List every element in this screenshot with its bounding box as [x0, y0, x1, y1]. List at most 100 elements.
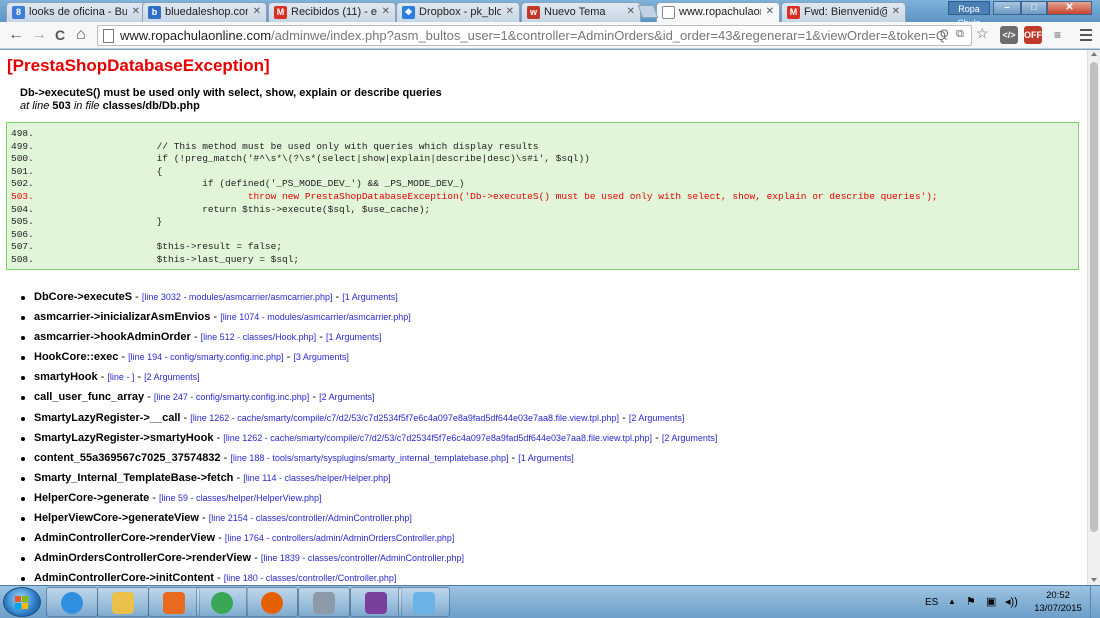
trace-arguments-link[interactable]: [3 Arguments]: [293, 352, 349, 362]
trace-location-link[interactable]: [line 1839 - classes/controller/AdminCon…: [261, 553, 464, 563]
trace-location-link[interactable]: [line 512 - classes/Hook.php]: [201, 332, 317, 342]
tab-5[interactable]: www.ropachulaonlin ✕: [656, 2, 780, 23]
vertical-scrollbar[interactable]: [1087, 50, 1100, 585]
trace-item: AdminOrdersControllerCore->renderView - …: [20, 552, 1080, 572]
line-number: 499.: [11, 140, 34, 152]
tab-close-icon[interactable]: ✕: [382, 6, 390, 17]
tab-close-icon[interactable]: ✕: [627, 6, 635, 17]
trace-function: DbCore->executeS: [34, 291, 133, 303]
tab-1[interactable]: b bluedaleshop.com S ✕: [142, 2, 267, 22]
tab-label: Nuevo Tema: [544, 6, 606, 18]
adblock-extension-icon[interactable]: OFF: [1024, 26, 1042, 44]
trace-location-link[interactable]: [line 194 - config/smarty.config.inc.php…: [128, 352, 283, 362]
tab-6[interactable]: M Fwd: Bienvenid@ al ✕: [781, 2, 906, 22]
taskbar-explorer-app[interactable]: [97, 587, 149, 617]
windows-taskbar: ES ▲ ⚑ ▣ ◂)) 20:52 13/07/2015: [0, 585, 1100, 618]
profile-button[interactable]: Ropa Chula: [948, 1, 990, 28]
trace-function: AdminControllerCore->initContent: [34, 572, 214, 585]
trace-arguments-link[interactable]: [2 Arguments]: [319, 392, 375, 402]
flag-icon[interactable]: ⚑: [966, 595, 976, 608]
chrome-icon: [211, 592, 233, 614]
address-bar[interactable]: www.ropachulaonline.com/adminwe/index.ph…: [97, 25, 972, 46]
trace-location-link[interactable]: [line 59 - classes/helper/HelperView.php…: [159, 493, 321, 503]
trace-arguments-link[interactable]: [1 Arguments]: [518, 453, 574, 463]
scrollbar-thumb[interactable]: [1090, 62, 1098, 532]
menu-icon[interactable]: [1080, 29, 1092, 44]
translate-icon[interactable]: ⧉: [956, 28, 964, 41]
tab-label: Dropbox - pk_block: [419, 6, 501, 18]
tab-label: Fwd: Bienvenid@ al: [804, 6, 887, 18]
calculator-icon: [313, 592, 335, 614]
trace-arguments-link[interactable]: [2 Arguments]: [662, 433, 718, 443]
tab-0[interactable]: 8 looks de oficina - Bu ✕: [6, 2, 146, 22]
code-line: 504. return $this->execute($sql, $use_ca…: [11, 204, 430, 216]
trace-location-link[interactable]: [line 1262 - cache/smarty/compile/c7/d2/…: [223, 433, 652, 443]
network-icon[interactable]: ▣: [986, 595, 996, 608]
tab-close-icon[interactable]: ✕: [766, 6, 774, 17]
trace-arguments-link[interactable]: [1 Arguments]: [326, 332, 382, 342]
tab-2[interactable]: M Recibidos (11) - eco ✕: [268, 2, 396, 22]
code-text: // This method must be used only with qu…: [111, 140, 539, 152]
tab-close-icon[interactable]: ✕: [506, 6, 514, 17]
trace-arguments-link[interactable]: [2 Arguments]: [144, 372, 200, 382]
trace-item: SmartyLazyRegister->__call - [line 1262 …: [20, 412, 1080, 432]
trace-item: smartyHook - [line - ] - [2 Arguments]: [20, 371, 1080, 391]
close-button[interactable]: ✕: [1047, 1, 1092, 15]
home-icon[interactable]: ⌂: [76, 26, 86, 44]
line-number: 500.: [11, 153, 34, 165]
trace-item: Smarty_Internal_TemplateBase->fetch - [l…: [20, 472, 1080, 492]
trace-location-link[interactable]: [line 2154 - classes/controller/AdminCon…: [209, 513, 412, 523]
trace-item: AdminControllerCore->initContent - [line…: [20, 572, 1080, 585]
dropbox-icon: ❖: [402, 6, 415, 19]
taskbar-chrome-app[interactable]: [196, 587, 248, 617]
forward-icon[interactable]: →: [31, 26, 47, 44]
trace-location-link[interactable]: [line 247 - config/smarty.config.inc.php…: [154, 392, 309, 402]
tab-3[interactable]: ❖ Dropbox - pk_block ✕: [396, 2, 520, 22]
devtools-extension-icon[interactable]: </>: [1000, 26, 1018, 44]
language-indicator[interactable]: ES: [925, 597, 938, 608]
trace-item: AdminControllerCore->renderView - [line …: [20, 532, 1080, 552]
taskbar-winrar-app[interactable]: [350, 587, 402, 617]
maximize-button[interactable]: □: [1021, 1, 1047, 15]
trace-location-link[interactable]: [line 188 - tools/smarty/sysplugins/smar…: [230, 453, 508, 463]
taskbar-ie-app[interactable]: [46, 587, 98, 617]
trace-location-link[interactable]: [line 1074 - modules/asmcarrier/asmcarri…: [220, 312, 411, 322]
scroll-down-icon[interactable]: [1091, 578, 1097, 582]
show-hidden-icons[interactable]: ▲: [948, 597, 956, 606]
search-icon[interactable]: Q: [940, 28, 949, 40]
align-icon[interactable]: ≡: [1054, 28, 1061, 42]
reload-icon[interactable]: C: [55, 26, 65, 44]
trace-location-link[interactable]: [line 3032 - modules/asmcarrier/asmcarri…: [142, 292, 333, 302]
volume-icon[interactable]: ◂)): [1005, 595, 1018, 608]
trace-location-link[interactable]: [line 1764 - controllers/admin/AdminOrde…: [225, 533, 455, 543]
trace-arguments-link[interactable]: [1 Arguments]: [342, 292, 398, 302]
trace-location-link[interactable]: [line 114 - classes/helper/Helper.php]: [243, 473, 390, 483]
taskbar-media-player-app[interactable]: [148, 587, 200, 617]
code-line: 501. {: [11, 166, 162, 178]
minimize-button[interactable]: –: [993, 1, 1021, 15]
code-line: 508. $this->last_query = $sql;: [11, 254, 299, 266]
tab-close-icon[interactable]: ✕: [892, 6, 900, 17]
taskbar-paint-app[interactable]: [398, 587, 450, 617]
tab-close-icon[interactable]: ✕: [253, 6, 261, 17]
scroll-up-icon[interactable]: [1091, 52, 1097, 56]
code-excerpt: 498. 499. // This method must be used onl…: [6, 122, 1079, 270]
code-text: $this->result = false;: [111, 241, 283, 253]
line-number: 503.: [11, 191, 34, 202]
code-line: 506.: [11, 229, 111, 241]
trace-location-link[interactable]: [line 1262 - cache/smarty/compile/c7/d2/…: [190, 413, 619, 423]
tab-4[interactable]: w Nuevo Tema ✕: [521, 2, 641, 22]
back-icon[interactable]: ←: [8, 26, 24, 44]
trace-location-link[interactable]: [line - ]: [107, 372, 134, 382]
taskbar-firefox-app[interactable]: [246, 587, 298, 617]
line-number: 506.: [11, 228, 34, 240]
clock[interactable]: 20:52 13/07/2015: [1028, 589, 1088, 615]
show-desktop-button[interactable]: [1090, 586, 1100, 618]
start-button[interactable]: [3, 587, 41, 617]
bookmark-star-icon[interactable]: ☆: [976, 25, 989, 42]
taskbar-calculator-app[interactable]: [298, 587, 350, 617]
tab-close-icon[interactable]: ✕: [132, 6, 140, 17]
trace-location-link[interactable]: [line 180 - classes/controller/Controlle…: [224, 573, 397, 583]
trace-function: HelperViewCore->generateView: [34, 512, 199, 525]
trace-arguments-link[interactable]: [2 Arguments]: [629, 413, 685, 423]
